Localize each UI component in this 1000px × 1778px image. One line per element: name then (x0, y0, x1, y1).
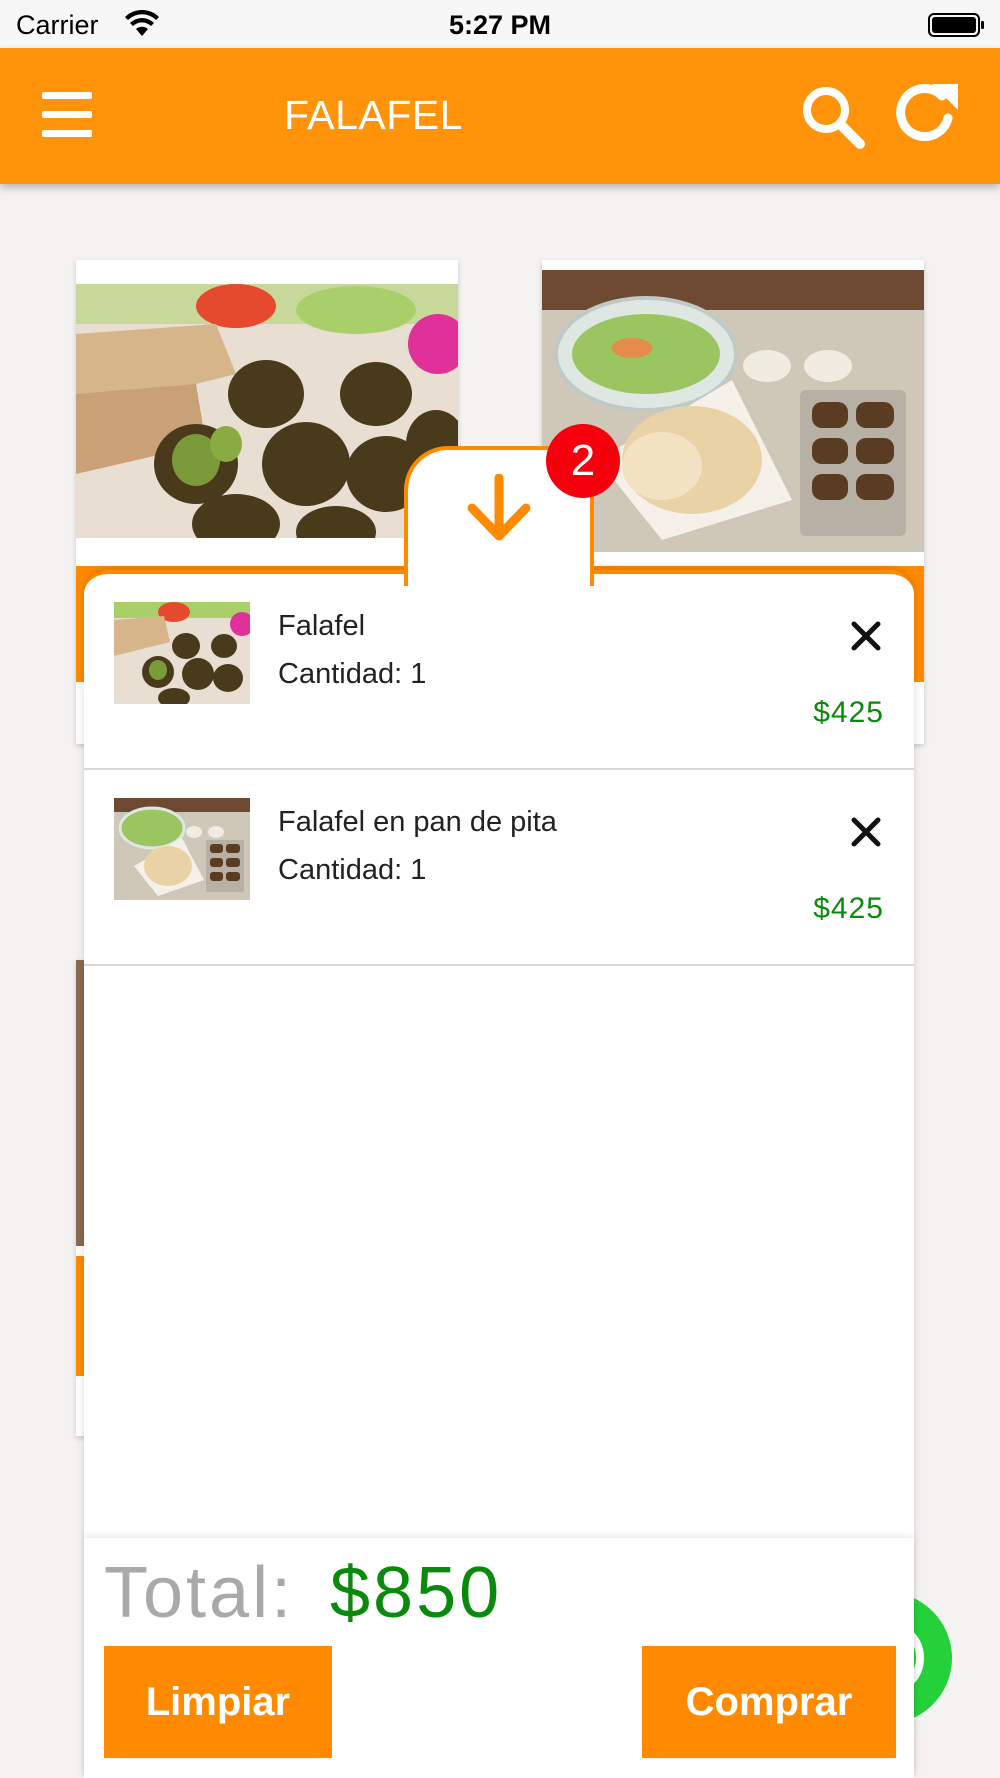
status-bar: Carrier 5:27 PM (0, 0, 1000, 48)
item-price: $425 (813, 696, 884, 729)
search-icon[interactable] (800, 84, 866, 150)
cart-count-badge: 2 (546, 424, 620, 498)
battery-icon (928, 13, 984, 37)
clear-cart-button[interactable]: Limpiar (104, 1646, 332, 1758)
item-price: $425 (813, 892, 884, 925)
refresh-icon[interactable] (892, 78, 962, 148)
item-quantity: Cantidad: 1 (278, 658, 427, 690)
falafel-balls-photo (76, 284, 458, 538)
item-thumbnail (114, 798, 250, 900)
item-name: Falafel (278, 610, 366, 642)
item-quantity: Cantidad: 1 (278, 854, 427, 886)
item-name: Falafel en pan de pita (278, 806, 557, 838)
close-icon[interactable] (848, 618, 884, 654)
total-value: $850 (330, 1553, 503, 1633)
close-icon[interactable] (848, 814, 884, 850)
cart-footer: Total: $850 Limpiar Comprar (84, 1538, 914, 1778)
item-thumbnail (114, 602, 250, 704)
page-title: FALAFEL (284, 92, 463, 138)
falafel-pita-combo-photo (542, 270, 924, 552)
cart-item: Falafel en pan de pita Cantidad: 1 $425 (84, 770, 914, 966)
app-bar: FALAFEL (0, 48, 1000, 184)
arrow-down-icon (467, 474, 531, 541)
cart-item: Falafel Cantidad: 1 $425 (84, 574, 914, 770)
buy-button[interactable]: Comprar (642, 1646, 896, 1758)
status-time: 5:27 PM (448, 10, 552, 40)
menu-icon[interactable] (42, 92, 92, 138)
total-label: Total: (104, 1553, 295, 1633)
